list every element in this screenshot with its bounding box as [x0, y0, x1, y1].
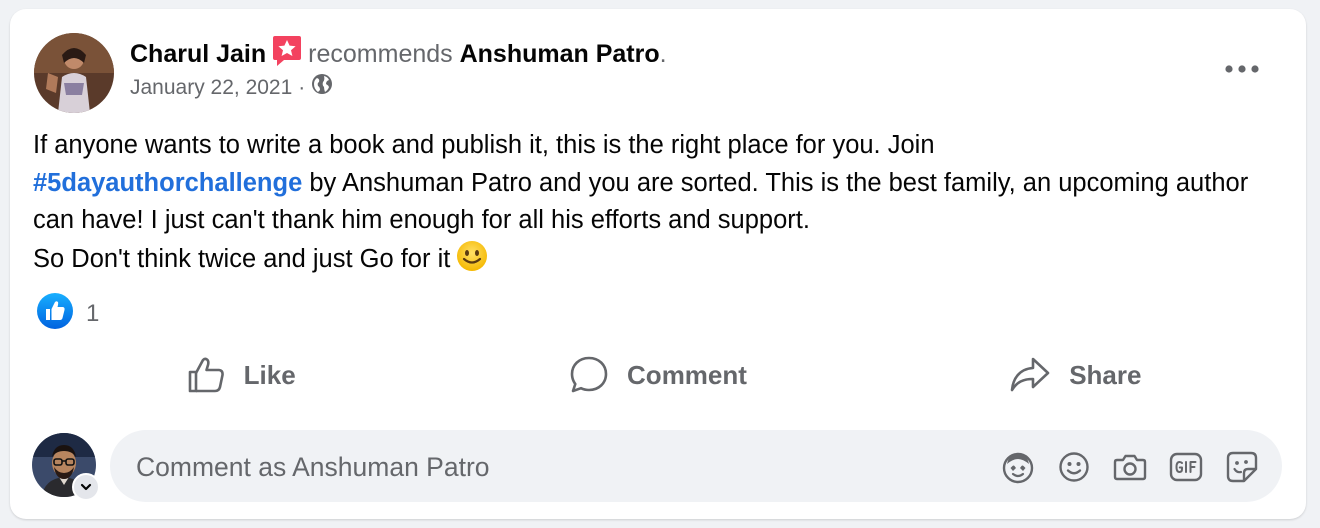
recommends-text: recommends: [308, 40, 453, 68]
post-body-line1: If anyone wants to write a book and publ…: [33, 131, 935, 159]
chevron-down-icon[interactable]: [72, 473, 100, 501]
emoji-icon[interactable]: [1056, 449, 1092, 485]
meta-separator: ·: [298, 76, 306, 99]
more-options-icon[interactable]: [1222, 57, 1262, 81]
like-icon: [188, 357, 224, 393]
like-reaction-icon: [36, 292, 74, 335]
author-name[interactable]: Charul Jain: [130, 40, 266, 68]
share-button[interactable]: Share: [867, 347, 1284, 403]
globe-icon: [311, 73, 333, 103]
comment-input[interactable]: [134, 430, 978, 504]
comment-label: Comment: [627, 359, 747, 390]
recommend-badge-icon: [272, 35, 302, 67]
sticker-icon[interactable]: [1224, 449, 1260, 485]
share-label: Share: [1069, 359, 1142, 390]
post-body-line3: So Don't think twice and just Go for it: [33, 244, 451, 273]
post-date[interactable]: January 22, 2021: [130, 74, 292, 102]
commenter-avatar[interactable]: [32, 433, 100, 501]
page-name[interactable]: Anshuman Patro: [460, 40, 660, 68]
reaction-count: 1: [86, 299, 100, 327]
gif-icon[interactable]: [1168, 449, 1204, 485]
post-meta: January 22, 2021 ·: [130, 73, 333, 103]
comment-icon: [570, 356, 608, 393]
camera-icon[interactable]: [1112, 449, 1148, 485]
like-label: Like: [243, 359, 296, 390]
like-button[interactable]: Like: [32, 347, 449, 403]
author-avatar[interactable]: [34, 33, 114, 113]
reaction-summary[interactable]: 1: [36, 292, 99, 335]
smiley-emoji-icon: [456, 240, 488, 272]
post-header: Charul Jain recommends Anshuman Patro.: [130, 35, 667, 70]
post-body: If anyone wants to write a book and publ…: [33, 127, 1283, 278]
post-card: Charul Jain recommends Anshuman Patro. Ja…: [10, 9, 1306, 519]
comment-button[interactable]: Comment: [449, 347, 866, 403]
header-period: .: [659, 40, 667, 68]
comment-composer: [110, 430, 1282, 504]
hashtag-link[interactable]: #5dayauthorchallenge: [33, 169, 302, 197]
avatar-sticker-icon[interactable]: [1000, 449, 1036, 485]
share-icon: [1010, 357, 1050, 392]
action-bar: Like Comment Share: [32, 347, 1284, 403]
composer-icon-row: [980, 449, 1260, 485]
